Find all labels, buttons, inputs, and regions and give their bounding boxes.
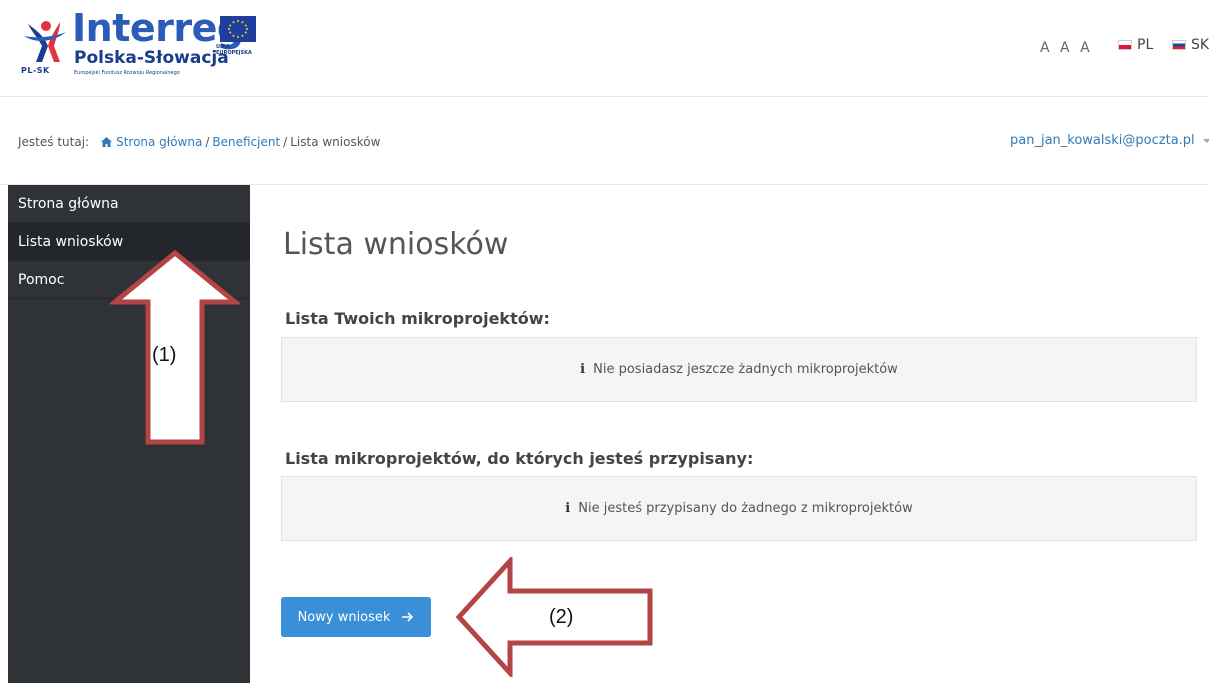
logo-pl-sk-text: PL-SK xyxy=(21,66,50,75)
empty-state-assigned-projects: i Nie jesteś przypisany do żadnego z mik… xyxy=(281,476,1197,541)
font-size-large-button[interactable]: A xyxy=(1080,40,1092,56)
arrow-right-icon xyxy=(402,612,414,622)
info-icon: i xyxy=(580,362,586,377)
language-pl-label: PL xyxy=(1137,37,1154,53)
font-size-controls: A A A xyxy=(1040,40,1094,56)
caret-down-icon xyxy=(1202,138,1209,143)
new-application-label: Nowy wniosek xyxy=(297,609,391,625)
new-application-button[interactable]: Nowy wniosek xyxy=(281,597,431,637)
breadcrumb-home-link[interactable]: Strona główna xyxy=(116,135,202,149)
interreg-figure-icon xyxy=(24,21,66,62)
annotation-label-2: (2) xyxy=(549,606,574,628)
breadcrumb-bar: Jesteś tutaj: Strona główna / Beneficjen… xyxy=(0,97,1209,185)
logo-region: Polska-Słowacja xyxy=(74,48,229,68)
breadcrumb-separator: / xyxy=(283,135,288,149)
info-icon: i xyxy=(565,501,571,516)
breadcrumb-beneficiary-link[interactable]: Beneficjent xyxy=(212,135,280,149)
empty-message: Nie jesteś przypisany do żadnego z mikro… xyxy=(578,501,913,516)
empty-message: Nie posiadasz jeszcze żadnych mikroproje… xyxy=(593,362,898,377)
breadcrumb-prefix: Jesteś tutaj: xyxy=(18,135,90,149)
main-content: Lista wniosków Lista Twoich mikroprojekt… xyxy=(250,185,1209,683)
language-sk-label: SK xyxy=(1191,37,1209,53)
eu-flag-icon xyxy=(220,16,256,42)
page-title: Lista wniosków xyxy=(283,227,509,262)
annotation-label-1: (1) xyxy=(152,344,177,366)
flag-sk-icon xyxy=(1172,40,1186,50)
home-icon xyxy=(101,137,113,147)
user-email: pan_jan_kowalski@poczta.pl xyxy=(1010,133,1195,148)
language-sk-link[interactable]: SK xyxy=(1172,37,1209,53)
empty-state-my-projects: i Nie posiadasz jeszcze żadnych mikropro… xyxy=(281,337,1197,402)
font-size-medium-button[interactable]: A xyxy=(1060,40,1072,56)
interreg-logo[interactable]: PL-SK Interreg UNIA EUROPEJSKA Polska-Sł… xyxy=(18,6,258,94)
section-title-my-projects: Lista Twoich mikroprojektów: xyxy=(285,309,550,328)
font-size-small-button[interactable]: A xyxy=(1040,40,1052,56)
user-menu[interactable]: pan_jan_kowalski@poczta.pl xyxy=(1010,133,1209,148)
section-title-assigned-projects: Lista mikroprojektów, do których jesteś … xyxy=(285,449,754,468)
header: PL-SK Interreg UNIA EUROPEJSKA Polska-Sł… xyxy=(0,0,1209,97)
language-pl-link[interactable]: PL xyxy=(1118,37,1153,53)
breadcrumb-current: Lista wniosków xyxy=(290,135,381,149)
breadcrumb-separator: / xyxy=(205,135,210,149)
eu-stars-icon xyxy=(228,20,248,38)
sidebar-item-home[interactable]: Strona główna xyxy=(8,185,250,223)
breadcrumb: Jesteś tutaj: Strona główna / Beneficjen… xyxy=(18,135,380,149)
flag-pl-icon xyxy=(1118,40,1132,50)
logo-fund: Europejski Fundusz Rozwoju Regionalnego xyxy=(74,70,180,76)
